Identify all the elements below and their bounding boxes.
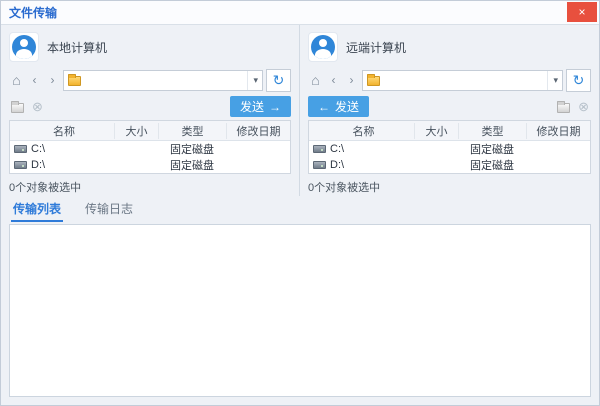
forward-icon[interactable]: › bbox=[45, 70, 60, 90]
local-list-header: 名称 大小 类型 修改日期 bbox=[10, 121, 290, 141]
delete-button[interactable]: ⊗ bbox=[30, 97, 45, 117]
bottom-tabs: 传输列表 传输日志 bbox=[1, 196, 599, 222]
remote-file-list: 名称 大小 类型 修改日期 C:\固定磁盘D:\固定磁盘E:\CD光驱桌面系统文… bbox=[308, 120, 591, 174]
close-button[interactable]: × bbox=[567, 2, 597, 22]
file-row[interactable]: C:\ 固定磁盘 bbox=[10, 141, 290, 157]
column-header-size[interactable]: 大小 bbox=[114, 123, 158, 139]
local-list-body: C:\固定磁盘D:\固定磁盘E:\固定磁盘F:\桌面系统文件夹我的文档系统文件夹… bbox=[10, 141, 290, 173]
tab-transfer-log[interactable]: 传输日志 bbox=[83, 198, 135, 222]
person-icon bbox=[311, 35, 335, 59]
local-computer-label: 本地计算机 bbox=[47, 39, 107, 56]
remote-selection-status: 0个对象被选中 bbox=[300, 174, 599, 196]
send-to-remote-button[interactable]: 发送 → bbox=[230, 96, 291, 117]
file-type: 固定磁盘 bbox=[458, 141, 526, 157]
home-icon[interactable]: ⌂ bbox=[308, 70, 323, 90]
drive-icon bbox=[313, 161, 326, 169]
column-header-type[interactable]: 类型 bbox=[158, 123, 226, 139]
folder-icon bbox=[68, 76, 81, 86]
file-row[interactable]: C:\ 固定磁盘 bbox=[309, 141, 590, 157]
remote-list-header: 名称 大小 类型 修改日期 bbox=[309, 121, 590, 141]
file-name: D:\ bbox=[330, 159, 344, 171]
remote-computer-header: 远端计算机 bbox=[300, 25, 599, 67]
send-to-local-button[interactable]: ← 发送 bbox=[308, 96, 369, 117]
new-folder-icon bbox=[557, 103, 570, 113]
local-toolbar: ⊗ 发送 → bbox=[1, 93, 299, 120]
local-panel: 本地计算机 ⌂ ‹ › ▾ ↻ ⊗ 发送 → bbox=[1, 25, 300, 196]
remote-pathbar: ⌂ ‹ › ▾ ↻ bbox=[300, 67, 599, 93]
remote-computer-label: 远端计算机 bbox=[346, 39, 406, 56]
column-header-type[interactable]: 类型 bbox=[458, 123, 526, 139]
forward-icon[interactable]: › bbox=[344, 70, 359, 90]
new-folder-button[interactable] bbox=[9, 97, 26, 117]
remote-path-select[interactable]: ▾ bbox=[362, 70, 563, 91]
remote-panel: 远端计算机 ⌂ ‹ › ▾ ↻ ← 发送 ⊗ bbox=[300, 25, 599, 196]
column-header-name[interactable]: 名称 bbox=[309, 123, 414, 139]
file-type: 固定磁盘 bbox=[458, 157, 526, 173]
refresh-button[interactable]: ↻ bbox=[566, 69, 591, 92]
arrow-left-icon: ← bbox=[318, 100, 330, 114]
dropdown-caret-icon: ▾ bbox=[247, 71, 258, 90]
column-header-date[interactable]: 修改日期 bbox=[226, 123, 290, 139]
new-folder-button[interactable] bbox=[555, 97, 572, 117]
file-type: 固定磁盘 bbox=[158, 157, 226, 173]
folder-icon bbox=[367, 76, 380, 86]
local-computer-header: 本地计算机 bbox=[1, 25, 299, 67]
window-title: 文件传输 bbox=[9, 4, 57, 21]
computer-avatar-icon bbox=[308, 32, 338, 62]
send-label: 发送 bbox=[240, 98, 264, 115]
local-selection-status: 0个对象被选中 bbox=[1, 174, 299, 196]
transfer-list-area bbox=[9, 224, 591, 397]
file-row[interactable]: D:\ 固定磁盘 bbox=[10, 157, 290, 173]
person-icon bbox=[12, 35, 36, 59]
delete-button[interactable]: ⊗ bbox=[576, 97, 591, 117]
panels-container: 本地计算机 ⌂ ‹ › ▾ ↻ ⊗ 发送 → bbox=[1, 25, 599, 196]
drive-icon bbox=[313, 145, 326, 153]
refresh-button[interactable]: ↻ bbox=[266, 69, 291, 92]
file-name: C:\ bbox=[330, 143, 344, 155]
column-header-name[interactable]: 名称 bbox=[10, 123, 114, 139]
computer-avatar-icon bbox=[9, 32, 39, 62]
back-icon[interactable]: ‹ bbox=[27, 70, 42, 90]
send-label: 发送 bbox=[335, 98, 359, 115]
local-path-select[interactable]: ▾ bbox=[63, 70, 263, 91]
drive-icon bbox=[14, 145, 27, 153]
file-name: D:\ bbox=[31, 159, 45, 171]
drive-icon bbox=[14, 161, 27, 169]
home-icon[interactable]: ⌂ bbox=[9, 70, 24, 90]
tab-transfer-list[interactable]: 传输列表 bbox=[11, 198, 63, 222]
local-file-list: 名称 大小 类型 修改日期 C:\固定磁盘D:\固定磁盘E:\固定磁盘F:\桌面… bbox=[9, 120, 291, 174]
file-type: 固定磁盘 bbox=[158, 141, 226, 157]
arrow-right-icon: → bbox=[269, 100, 281, 114]
local-pathbar: ⌂ ‹ › ▾ ↻ bbox=[1, 67, 299, 93]
column-header-date[interactable]: 修改日期 bbox=[526, 123, 590, 139]
file-name: C:\ bbox=[31, 143, 45, 155]
remote-list-body: C:\固定磁盘D:\固定磁盘E:\CD光驱桌面系统文件夹我的文档系统文件夹我的图… bbox=[309, 141, 590, 173]
back-icon[interactable]: ‹ bbox=[326, 70, 341, 90]
column-header-size[interactable]: 大小 bbox=[414, 123, 458, 139]
new-folder-icon bbox=[11, 103, 24, 113]
titlebar: 文件传输 × bbox=[1, 1, 599, 25]
file-transfer-window: 文件传输 × 本地计算机 ⌂ ‹ › ▾ ↻ ⊗ bbox=[0, 0, 600, 406]
file-row[interactable]: D:\ 固定磁盘 bbox=[309, 157, 590, 173]
dropdown-caret-icon: ▾ bbox=[547, 71, 558, 90]
remote-toolbar: ← 发送 ⊗ bbox=[300, 93, 599, 120]
